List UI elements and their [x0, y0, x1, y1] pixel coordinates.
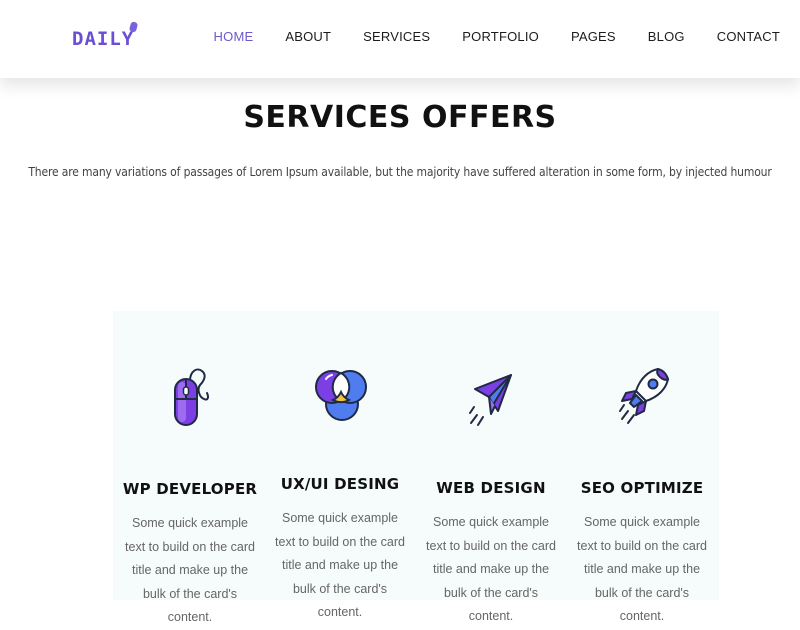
section-description: There are many variations of passages of…	[28, 165, 772, 179]
nav-about[interactable]: ABOUT	[285, 28, 331, 46]
service-text: Some quick example text to build on the …	[125, 516, 255, 624]
service-title: SEO OPTIMIZE	[580, 479, 704, 497]
service-title: UX/UI DESING	[280, 475, 400, 493]
service-card-web-design: WEB DESIGN Some quick example text to bu…	[416, 311, 566, 623]
service-text: Some quick example text to build on the …	[275, 511, 405, 619]
nav-blog[interactable]: BLOG	[648, 28, 685, 46]
nav-home[interactable]: HOME	[214, 28, 254, 46]
service-title: WEB DESIGN	[436, 479, 546, 497]
main-nav: HOME ABOUT SERVICES PORTFOLIO PAGES BLOG…	[182, 28, 780, 46]
paper-plane-icon	[469, 374, 512, 426]
nav-portfolio[interactable]: PORTFOLIO	[462, 28, 539, 46]
service-text: Some quick example text to build on the …	[426, 515, 556, 623]
logo[interactable]: DAILY	[72, 21, 142, 56]
nav-contact[interactable]: CONTACT	[717, 28, 780, 46]
service-card-ux-ui: UX/UI DESING Some quick example text to …	[265, 311, 415, 619]
nav-pages[interactable]: PAGES	[571, 28, 616, 46]
service-title: WP DEVELOPER	[122, 480, 258, 498]
service-text: Some quick example text to build on the …	[577, 515, 707, 623]
color-circles-icon	[315, 370, 367, 421]
service-card-wp-developer: WP DEVELOPER Some quick example text to …	[115, 311, 265, 624]
mouse-icon	[174, 368, 209, 426]
site-header: DAILY HOME ABOUT SERVICES PORTFOLIO PAGE…	[0, 0, 800, 78]
nav-services[interactable]: SERVICES	[363, 28, 430, 46]
logo-dot-icon	[128, 21, 139, 33]
section-title: SERVICES OFFERS	[243, 100, 557, 135]
service-card-seo: SEO OPTIMIZE Some quick example text to …	[567, 311, 717, 623]
logo-text: DAILY	[72, 28, 135, 50]
rocket-icon	[619, 367, 670, 424]
services-panel: WP DEVELOPER Some quick example text to …	[113, 311, 719, 624]
